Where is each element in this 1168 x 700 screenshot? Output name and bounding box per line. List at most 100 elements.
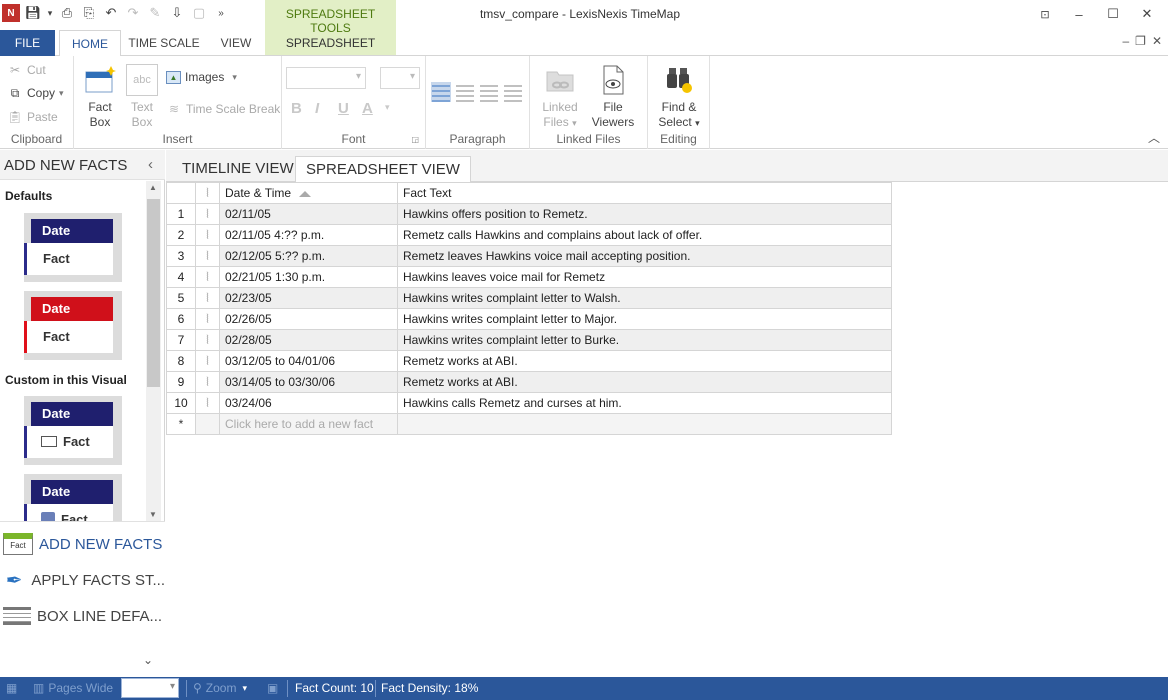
collapse-ribbon-icon[interactable]: ︿ <box>1148 129 1160 146</box>
fact-text-cell[interactable]: Hawkins writes complaint letter to Walsh… <box>397 287 892 309</box>
new-fact-row[interactable]: * Click here to add a new fact <box>166 413 892 435</box>
qat-dropdown-icon[interactable]: ▾ <box>46 4 54 22</box>
nav-box-line-defaults[interactable]: BOX LINE DEFA... <box>0 598 165 634</box>
linked-files-dropdown-icon[interactable]: ▾ <box>572 118 577 128</box>
zoom-dropdown-icon[interactable]: ▾ <box>242 683 247 694</box>
row-number[interactable]: 2 <box>166 224 196 246</box>
font-size-select[interactable] <box>380 67 420 89</box>
table-row[interactable]: 5 ⦚ 02/23/05 Hawkins writes complaint lette… <box>166 287 892 309</box>
attachment-cell[interactable]: ⦚ <box>195 266 220 288</box>
export-icon[interactable]: ⇩ <box>168 4 186 22</box>
collapse-pane-icon[interactable]: ‹ <box>148 156 153 173</box>
print-preview-icon[interactable]: ⎘ <box>80 4 98 22</box>
fact-text-cell[interactable]: Hawkins offers position to Remetz. <box>397 203 892 225</box>
close-icon[interactable]: ✕ <box>1130 4 1164 24</box>
tab-view[interactable]: VIEW <box>212 30 260 56</box>
fact-style-sample[interactable]: Date Fact <box>24 396 122 465</box>
font-color-button[interactable]: A <box>362 100 373 117</box>
left-pane-scrollbar[interactable]: ▲ ▼ <box>146 181 161 521</box>
text-box-button[interactable]: abc Text Box <box>125 64 159 130</box>
attachment-cell[interactable]: ⦚ <box>195 224 220 246</box>
date-time-cell[interactable]: 02/12/05 5:?? p.m. <box>219 245 398 267</box>
images-button[interactable]: ▲ Images ▾ <box>166 70 237 84</box>
attachment-cell[interactable]: ⦚ <box>195 203 220 225</box>
font-dialog-launcher-icon[interactable]: ◲ <box>411 135 419 144</box>
row-number[interactable]: 9 <box>166 371 196 393</box>
font-family-select[interactable] <box>286 67 366 89</box>
align-right-icon[interactable] <box>479 82 499 102</box>
doc-minimize-icon[interactable]: – <box>1122 34 1129 48</box>
attachment-cell[interactable]: ⦚ <box>195 245 220 267</box>
fact-style-sample[interactable]: Date Fact <box>24 474 122 521</box>
cut-button[interactable]: ✂ Cut <box>7 62 46 78</box>
more-options-icon[interactable]: ⌄ <box>143 653 153 667</box>
fact-text-cell[interactable]: Remetz works at ABI. <box>397 350 892 372</box>
row-number[interactable]: 7 <box>166 329 196 351</box>
fact-style-sample[interactable]: Date Fact <box>24 213 122 282</box>
attachment-column-header[interactable]: ⦚ <box>195 182 220 204</box>
row-number[interactable]: 10 <box>166 392 196 414</box>
doc-restore-icon[interactable]: ❐ <box>1135 34 1146 48</box>
underline-button[interactable]: U <box>338 100 349 117</box>
date-time-cell[interactable]: 02/26/05 <box>219 308 398 330</box>
ribbon-display-options-icon[interactable]: ⊡ <box>1028 4 1062 24</box>
table-row[interactable]: 9 ⦚ 03/14/05 to 03/30/06 Remetz works at AB… <box>166 371 892 393</box>
fact-box-button[interactable]: Fact Box <box>83 64 117 130</box>
copy-dropdown-icon[interactable]: ▾ <box>59 88 64 99</box>
new-fact-placeholder[interactable]: Click here to add a new fact <box>219 413 398 435</box>
tab-spreadsheet[interactable]: SPREADSHEET <box>265 30 396 56</box>
table-row[interactable]: 8 ⦚ 03/12/05 to 04/01/06 Remetz works at AB… <box>166 350 892 372</box>
qat-more-icon[interactable]: » <box>212 4 230 22</box>
font-color-dropdown-icon[interactable]: ▾ <box>385 102 390 113</box>
table-row[interactable]: 10 ⦚ 03/24/06 Hawkins calls Remetz and curs… <box>166 392 892 414</box>
fact-text-column-header[interactable]: Fact Text <box>397 182 892 204</box>
attachment-cell[interactable]: ⦚ <box>195 371 220 393</box>
doc-close-icon[interactable]: ✕ <box>1152 34 1162 48</box>
minimize-icon[interactable]: – <box>1062 4 1096 24</box>
scroll-down-icon[interactable]: ▼ <box>149 510 157 519</box>
row-number[interactable]: 6 <box>166 308 196 330</box>
fact-text-cell[interactable] <box>397 413 892 435</box>
date-time-cell[interactable]: 02/28/05 <box>219 329 398 351</box>
file-viewers-button[interactable]: File Viewers <box>590 64 636 130</box>
nav-add-new-facts[interactable]: Fact ADD NEW FACTS <box>0 526 165 562</box>
table-row[interactable]: 3 ⦚ 02/12/05 5:?? p.m. Remetz leaves Hawkin… <box>166 245 892 267</box>
table-row[interactable]: 7 ⦚ 02/28/05 Hawkins writes complaint lette… <box>166 329 892 351</box>
italic-button[interactable]: I <box>315 100 319 117</box>
date-time-cell[interactable]: 02/23/05 <box>219 287 398 309</box>
find-select-button[interactable]: Find & Select ▾ <box>654 64 704 131</box>
table-row[interactable]: 4 ⦚ 02/21/05 1:30 p.m. Hawkins leaves voice… <box>166 266 892 288</box>
date-time-cell[interactable]: 02/21/05 1:30 p.m. <box>219 266 398 288</box>
attachment-cell[interactable] <box>195 413 220 435</box>
attachment-cell[interactable]: ⦚ <box>195 287 220 309</box>
fit-page-icon[interactable]: ▦ <box>6 681 17 695</box>
format-painter-icon[interactable]: ✎ <box>146 4 164 22</box>
date-time-cell[interactable]: 03/24/06 <box>219 392 398 414</box>
justify-icon[interactable] <box>503 82 523 102</box>
paste-button[interactable]: 📋︎ Paste <box>7 109 57 125</box>
maximize-icon[interactable]: ☐ <box>1096 4 1130 24</box>
attachment-cell[interactable]: ⦚ <box>195 329 220 351</box>
tab-timeline-view[interactable]: TIMELINE VIEW <box>172 156 304 183</box>
date-time-cell[interactable]: 03/14/05 to 03/30/06 <box>219 371 398 393</box>
attachment-cell[interactable]: ⦚ <box>195 392 220 414</box>
fact-text-cell[interactable]: Hawkins writes complaint letter to Burke… <box>397 329 892 351</box>
pages-wide-button[interactable]: ▥ Pages Wide <box>33 681 113 695</box>
redo-icon[interactable]: ↷ <box>124 4 142 22</box>
fact-style-sample[interactable]: Date Fact <box>24 291 122 360</box>
align-left-icon[interactable] <box>431 82 451 102</box>
scroll-thumb[interactable] <box>147 199 160 387</box>
fact-text-cell[interactable]: Remetz calls Hawkins and complains about… <box>397 224 892 246</box>
linked-files-button[interactable]: Linked Files ▾ <box>538 64 582 131</box>
copy-button[interactable]: ⧉ Copy ▾ <box>7 85 64 101</box>
undo-icon[interactable]: ↶ <box>102 4 120 22</box>
time-scale-break-button[interactable]: ≋ Time Scale Break <box>166 101 280 117</box>
find-select-dropdown-icon[interactable]: ▾ <box>695 118 700 128</box>
tab-home[interactable]: HOME <box>59 30 121 57</box>
row-number[interactable]: 3 <box>166 245 196 267</box>
table-row[interactable]: 6 ⦚ 02/26/05 Hawkins writes complaint lette… <box>166 308 892 330</box>
tab-time-scale[interactable]: TIME SCALE <box>124 30 204 56</box>
save-icon[interactable]: 💾︎ <box>24 4 42 22</box>
pages-wide-select[interactable] <box>121 678 179 698</box>
attachment-cell[interactable]: ⦚ <box>195 350 220 372</box>
